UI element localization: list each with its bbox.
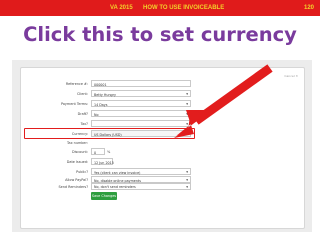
red-arrow-icon — [174, 64, 273, 138]
